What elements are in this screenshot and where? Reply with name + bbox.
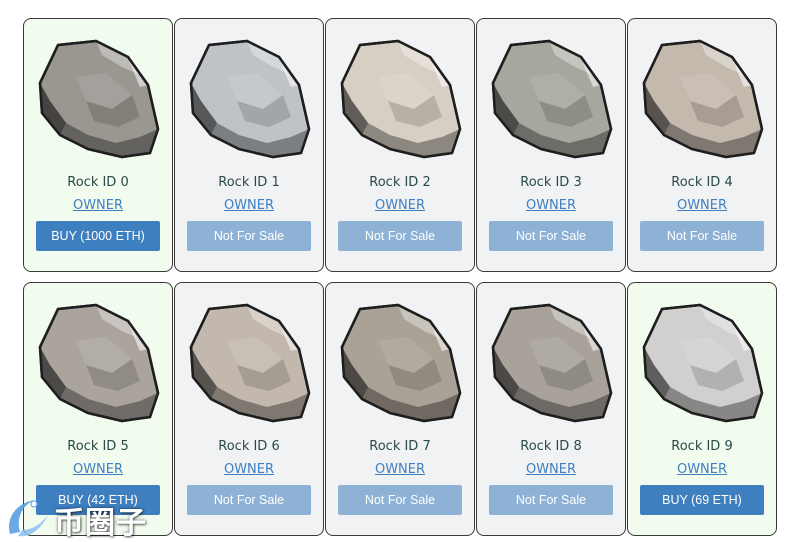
buy-button[interactable]: BUY (1000 ETH) <box>36 221 160 251</box>
owner-link[interactable]: OWNER <box>175 198 323 213</box>
rock-id-label: Rock ID 5 <box>67 439 129 454</box>
owner-link[interactable]: OWNER <box>477 198 625 213</box>
rock-id-label: Rock ID 1 <box>218 175 280 190</box>
not-for-sale-button[interactable]: Not For Sale <box>187 485 311 515</box>
rock-image <box>338 37 464 161</box>
owner-link[interactable]: OWNER <box>175 462 323 477</box>
rock-id-label: Rock ID 8 <box>520 439 582 454</box>
rock-card: Rock ID 6 OWNER Not For Sale <box>174 282 324 536</box>
rock-id-label: Rock ID 0 <box>67 175 129 190</box>
owner-link[interactable]: OWNER <box>24 198 172 213</box>
not-for-sale-button[interactable]: Not For Sale <box>187 221 311 251</box>
rock-id-label: Rock ID 3 <box>520 175 582 190</box>
owner-link[interactable]: OWNER <box>326 198 474 213</box>
owner-link[interactable]: OWNER <box>477 462 625 477</box>
rock-image <box>36 37 162 161</box>
not-for-sale-button[interactable]: Not For Sale <box>489 485 613 515</box>
rock-id-label: Rock ID 7 <box>369 439 431 454</box>
rock-image <box>338 301 464 425</box>
owner-link[interactable]: OWNER <box>24 462 172 477</box>
not-for-sale-button[interactable]: Not For Sale <box>640 221 764 251</box>
rock-card: Rock ID 3 OWNER Not For Sale <box>476 18 626 272</box>
rock-image <box>640 301 766 425</box>
rock-image <box>640 37 766 161</box>
rock-card: Rock ID 8 OWNER Not For Sale <box>476 282 626 536</box>
rock-card: Rock ID 7 OWNER Not For Sale <box>325 282 475 536</box>
owner-link[interactable]: OWNER <box>628 462 776 477</box>
not-for-sale-button[interactable]: Not For Sale <box>338 221 462 251</box>
watermark: 币圈子 <box>4 494 154 541</box>
owner-link[interactable]: OWNER <box>628 198 776 213</box>
not-for-sale-button[interactable]: Not For Sale <box>338 485 462 515</box>
rock-card: Rock ID 4 OWNER Not For Sale <box>627 18 777 272</box>
rock-image <box>36 301 162 425</box>
watermark-text: 币圈子 <box>54 506 147 541</box>
rock-id-label: Rock ID 6 <box>218 439 280 454</box>
not-for-sale-button[interactable]: Not For Sale <box>489 221 613 251</box>
rock-id-label: Rock ID 4 <box>671 175 733 190</box>
rock-image <box>489 37 615 161</box>
owner-link[interactable]: OWNER <box>326 462 474 477</box>
buy-button[interactable]: BUY (69 ETH) <box>640 485 764 515</box>
rock-card: Rock ID 0 OWNER BUY (1000 ETH) <box>23 18 173 272</box>
rock-card: Rock ID 2 OWNER Not For Sale <box>325 18 475 272</box>
swoosh-logo-icon <box>9 500 48 537</box>
rock-image <box>187 37 313 161</box>
rock-image <box>187 301 313 425</box>
rock-id-label: Rock ID 2 <box>369 175 431 190</box>
rock-id-label: Rock ID 9 <box>671 439 733 454</box>
rock-grid: Rock ID 0 OWNER BUY (1000 ETH) Rock ID 1… <box>23 18 777 536</box>
rock-image <box>489 301 615 425</box>
rock-card: Rock ID 9 OWNER BUY (69 ETH) <box>627 282 777 536</box>
rock-card: Rock ID 1 OWNER Not For Sale <box>174 18 324 272</box>
